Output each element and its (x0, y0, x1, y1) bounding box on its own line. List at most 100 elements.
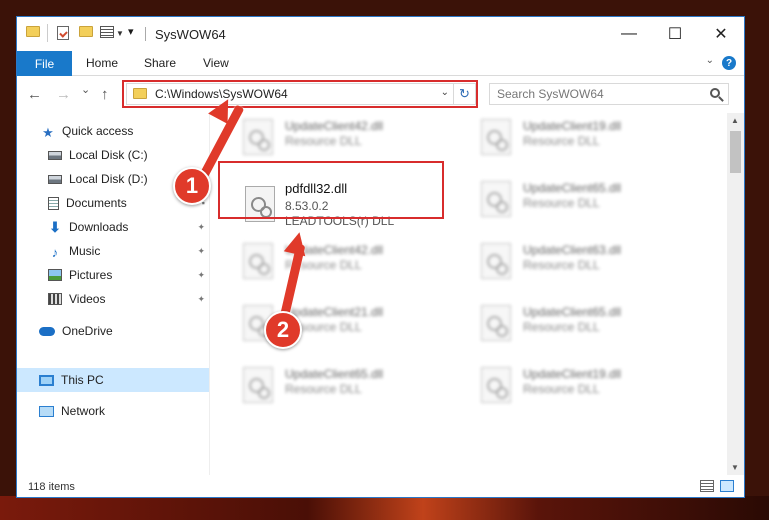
view-options-icon[interactable] (100, 26, 114, 38)
sidebar-item-label: Local Disk (C:) (69, 148, 148, 162)
forward-button[interactable]: → (56, 86, 71, 103)
dll-file-icon (481, 181, 511, 217)
expand-ribbon-icon[interactable]: ⌄ (706, 55, 714, 66)
file-type: Resource DLL (523, 320, 600, 334)
new-folder-icon[interactable] (79, 26, 93, 37)
file-item[interactable]: UpdateClient19.dll Resource DLL (473, 113, 703, 161)
scroll-down-icon[interactable]: ▼ (731, 463, 739, 472)
search-icon[interactable] (710, 88, 720, 98)
properties-icon[interactable] (57, 26, 69, 40)
file-name: UpdateClient65.dll (523, 305, 622, 319)
file-name: UpdateClient42.dll (285, 119, 384, 133)
title-bar: ▼ ▾ SysWOW64 — ☐ ✕ (17, 17, 744, 51)
drive-icon (48, 150, 62, 160)
navigation-pane: ★ Quick access Local Disk (C:) Local Dis… (17, 113, 209, 475)
file-name: UpdateClient65.dll (523, 181, 622, 195)
dll-file-icon (481, 367, 511, 403)
scroll-thumb[interactable] (730, 131, 741, 173)
status-bar: 118 items (17, 475, 744, 497)
up-button[interactable]: ↑ (101, 86, 109, 103)
sidebar-item-label: Documents (66, 196, 127, 210)
pin-icon[interactable]: ✦ (197, 294, 205, 305)
cloud-icon (39, 326, 55, 336)
navigation-bar: ← → ⌄ ↑ C:\Windows\SysWOW64 ⌄ ↻ Search S… (17, 77, 744, 113)
sidebar-item-onedrive[interactable]: OneDrive (17, 320, 209, 342)
dll-file-icon (243, 367, 273, 403)
help-button[interactable]: ? (722, 56, 736, 70)
details-view-icon[interactable] (700, 480, 714, 492)
file-item[interactable]: UpdateClient42.dll Resource DLL (235, 237, 465, 285)
chevron-down-icon[interactable]: ▼ (116, 29, 124, 38)
tab-view[interactable]: View (203, 56, 229, 70)
sidebar-item-this-pc[interactable]: This PC (17, 368, 209, 392)
sidebar-item-local-disk-c[interactable]: Local Disk (C:) (17, 144, 209, 166)
download-icon: ⬇ (49, 219, 61, 235)
pin-icon[interactable]: ✦ (197, 222, 205, 233)
annotation-badge-2: 2 (264, 311, 302, 349)
annotation-badge-1: 1 (173, 167, 211, 205)
file-item[interactable]: UpdateClient65.dll Resource DLL (473, 299, 703, 347)
file-item[interactable]: UpdateClient42.dll Resource DLL (235, 113, 465, 161)
recent-locations-button[interactable]: ⌄ (81, 83, 90, 96)
videos-icon (48, 293, 62, 305)
drive-icon (48, 174, 62, 184)
large-icons-view-icon[interactable] (720, 480, 734, 492)
desktop-background (0, 496, 769, 520)
sidebar-item-music[interactable]: ♪ Music ✦ (17, 240, 209, 262)
sidebar-item-network[interactable]: Network (17, 400, 209, 422)
back-button[interactable]: ← (27, 86, 42, 103)
file-item[interactable]: UpdateClient19.dll Resource DLL (473, 361, 703, 409)
vertical-scrollbar[interactable]: ▲ ▼ (727, 113, 744, 475)
file-highlight-box (218, 161, 444, 219)
dll-file-icon (481, 243, 511, 279)
window-title: SysWOW64 (155, 27, 226, 42)
sidebar-item-label: Downloads (69, 220, 129, 234)
sidebar-item-pictures[interactable]: Pictures ✦ (17, 264, 209, 286)
file-name: UpdateClient19.dll (523, 367, 622, 381)
item-count: 118 items (28, 481, 75, 493)
maximize-button[interactable]: ☐ (652, 17, 698, 51)
sidebar-item-label: This PC (61, 373, 104, 387)
sidebar-item-quick-access[interactable]: ★ Quick access (17, 120, 209, 142)
file-type: Resource DLL (285, 382, 362, 396)
file-name: UpdateClient21.dll (285, 305, 384, 319)
title-divider (145, 27, 146, 41)
sidebar-item-downloads[interactable]: ⬇ Downloads ✦ (17, 216, 209, 238)
star-icon: ★ (42, 125, 54, 140)
computer-icon (39, 374, 54, 386)
file-name: UpdateClient19.dll (523, 119, 622, 133)
file-type: Resource DLL (523, 134, 600, 148)
pin-icon[interactable]: ✦ (197, 270, 205, 281)
pictures-icon (48, 269, 62, 281)
tab-share[interactable]: Share (144, 56, 176, 70)
sidebar-item-label: Music (69, 244, 101, 258)
sidebar-item-videos[interactable]: Videos ✦ (17, 288, 209, 310)
address-highlight-box (122, 80, 478, 108)
file-item[interactable]: UpdateClient63.dll Resource DLL (473, 237, 703, 285)
scroll-up-icon[interactable]: ▲ (731, 116, 739, 125)
minimize-button[interactable]: — (606, 17, 652, 51)
file-name: UpdateClient65.dll (285, 367, 384, 381)
close-button[interactable]: ✕ (698, 17, 744, 51)
search-box[interactable]: Search SysWOW64 (489, 83, 729, 105)
dll-file-icon (243, 119, 273, 155)
sidebar-item-label: Pictures (69, 268, 113, 282)
documents-icon (48, 196, 59, 210)
sidebar-item-label: Quick access (62, 124, 134, 138)
file-item[interactable]: UpdateClient65.dll Resource DLL (235, 361, 465, 409)
search-input[interactable]: Search SysWOW64 (497, 87, 604, 101)
tab-home[interactable]: Home (86, 56, 118, 70)
pin-icon[interactable]: ✦ (197, 246, 205, 257)
file-name: UpdateClient63.dll (523, 243, 622, 257)
network-icon (39, 405, 54, 417)
file-type: Resource DLL (285, 134, 362, 148)
folder-icon (26, 26, 40, 37)
ribbon: File Home Share View ⌄ ? (17, 51, 744, 76)
customize-toolbar-icon[interactable]: ▾ (128, 25, 134, 38)
file-item[interactable]: UpdateClient65.dll Resource DLL (473, 175, 703, 223)
music-icon: ♪ (51, 245, 59, 260)
dll-file-icon (243, 243, 273, 279)
sidebar-item-label: Local Disk (D:) (69, 172, 148, 186)
tab-file[interactable]: File (17, 51, 72, 76)
sidebar-item-label: Network (61, 404, 106, 418)
